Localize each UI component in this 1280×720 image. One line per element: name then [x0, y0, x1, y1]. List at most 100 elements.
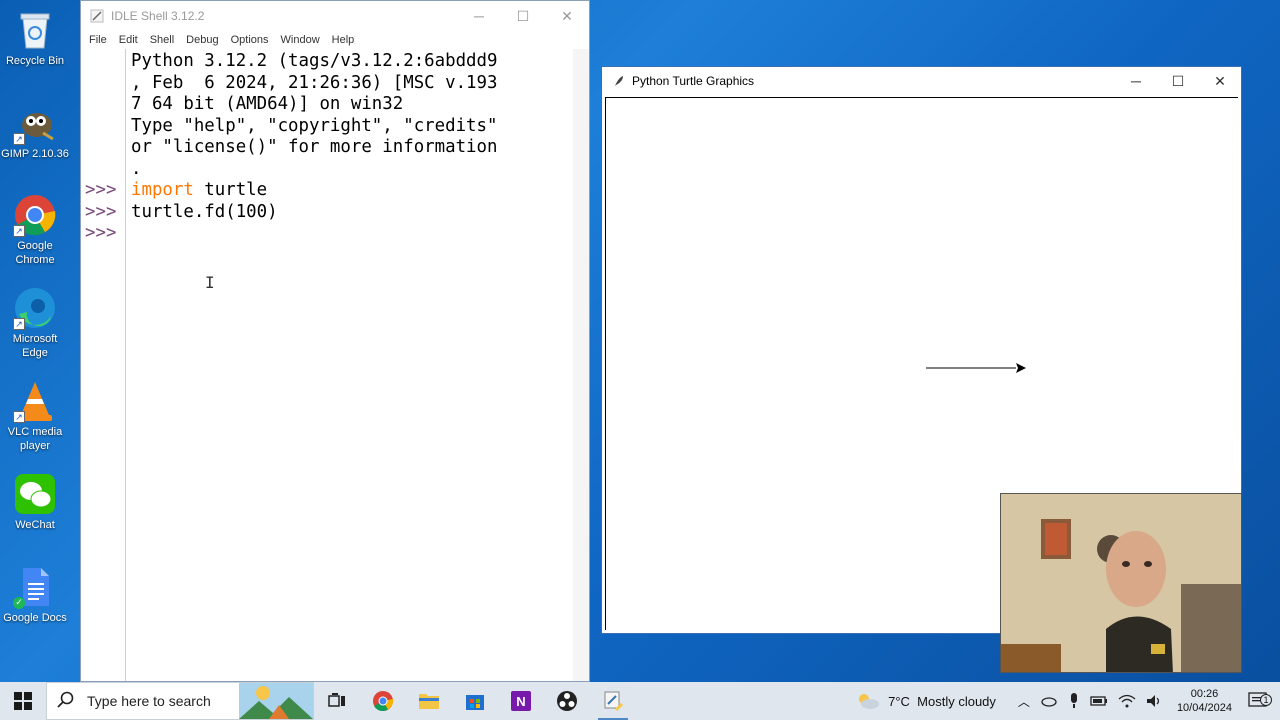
taskbar-search-box[interactable]: Type here to search [46, 682, 314, 720]
maximize-button[interactable]: ☐ [1157, 66, 1199, 96]
turtle-window-title: Python Turtle Graphics [632, 74, 755, 88]
banner-line: 7 64 bit (AMD64)] on win32 [131, 94, 404, 114]
gimp-icon: ↗ [13, 101, 57, 145]
desktop-icon-label: VLC media player [7, 426, 63, 452]
battery-icon [1090, 696, 1107, 706]
menu-options[interactable]: Options [225, 34, 275, 46]
code-line-fd: turtle.fd(100) [131, 201, 278, 222]
idle-menubar: File Edit Shell Debug Options Window Hel… [81, 31, 589, 49]
taskbar-onenote[interactable]: N [498, 682, 544, 720]
maximize-button[interactable]: ☐ [501, 1, 545, 31]
battery-tray[interactable] [1085, 695, 1113, 707]
show-hidden-icons-button[interactable]: ︿ [1013, 693, 1035, 710]
taskbar-python-idle[interactable] [590, 682, 636, 720]
turtle-titlebar[interactable]: Python Turtle Graphics ─ ☐ ✕ [602, 67, 1241, 95]
shortcut-arrow-icon: ↗ [13, 225, 25, 237]
taskbar-file-explorer[interactable] [406, 682, 452, 720]
shell-text-area[interactable]: Python 3.12.2 (tags/v3.12.2:6abddd9, Feb… [131, 51, 571, 223]
desktop-icon-wechat[interactable]: WeChat [0, 472, 70, 532]
microphone-icon [1070, 693, 1077, 708]
taskbar: Type here to search N 7°C Mostly cloudy … [0, 682, 1280, 720]
edge-icon: ↗ [13, 286, 57, 330]
sync-check-icon: ✓ [13, 597, 25, 609]
menu-edit[interactable]: Edit [113, 34, 144, 46]
volume-tray[interactable] [1141, 694, 1169, 708]
banner-line: Type "help", "copyright", "credits" [131, 115, 498, 136]
taskbar-clock[interactable]: 00:26 10/04/2024 [1169, 687, 1240, 715]
menu-help[interactable]: Help [326, 34, 361, 46]
desktop-icon-label: Google Docs [3, 612, 67, 624]
idle-shell-window[interactable]: IDLE Shell 3.12.2 ─ ☐ ✕ File Edit Shell … [80, 0, 590, 682]
webcam-overlay [1000, 493, 1242, 673]
close-button[interactable]: ✕ [1199, 66, 1241, 96]
clock-date: 10/04/2024 [1176, 702, 1232, 714]
google-docs-icon: ✓ [13, 565, 57, 609]
minimize-button[interactable]: ─ [1115, 66, 1157, 96]
python-icon [604, 691, 624, 712]
banner-line: , Feb 6 2024, 21:26:36) [MSC v.193 [131, 72, 498, 93]
banner-line: Python 3.12.2 (tags/v3.12.2:6abddd9 [131, 51, 498, 71]
desktop-icon-google-docs[interactable]: ✓ Google Docs [0, 565, 70, 625]
desktop-icon-chrome[interactable]: ↗ Google Chrome [0, 193, 70, 267]
folder-icon [419, 694, 439, 709]
menu-window[interactable]: Window [275, 34, 326, 46]
weather-text: 7°C Mostly cloudy [888, 693, 996, 709]
taskbar-chrome[interactable] [360, 682, 406, 720]
vertical-scrollbar[interactable] [573, 49, 589, 681]
windows-logo-icon [14, 692, 32, 710]
prompt: >>> [85, 223, 117, 243]
search-icon [57, 691, 77, 712]
idle-shell-body[interactable]: >>> >>> >>> Python 3.12.2 (tags/v3.12.2:6a… [81, 49, 589, 681]
code-line-import: import turtle [131, 180, 571, 202]
menu-file[interactable]: File [83, 34, 113, 46]
shortcut-arrow-icon: ↗ [13, 133, 25, 145]
shortcut-arrow-icon: ↗ [13, 411, 25, 423]
desktop-icon-vlc[interactable]: ↗ VLC media player [0, 379, 70, 453]
idle-window-title: IDLE Shell 3.12.2 [111, 9, 205, 23]
notification-count-badge: 1 [1260, 694, 1272, 706]
desktop-icon-label: Microsoft Edge [12, 333, 58, 359]
taskbar-obs[interactable] [544, 682, 590, 720]
search-highlight-image [239, 683, 313, 719]
onedrive-tray[interactable] [1035, 695, 1063, 707]
prompt-gutter [81, 49, 126, 681]
code-rest: turtle [193, 180, 268, 200]
taskbar-store[interactable] [452, 682, 498, 720]
start-button[interactable] [0, 682, 46, 720]
svg-text:N: N [516, 694, 525, 709]
task-view-icon [328, 693, 345, 707]
recycle-bin-icon [13, 8, 57, 52]
idle-titlebar[interactable]: IDLE Shell 3.12.2 ─ ☐ ✕ [81, 1, 589, 31]
menu-debug[interactable]: Debug [180, 34, 224, 46]
prompt: >>> [85, 201, 117, 222]
vlc-icon: ↗ [13, 379, 57, 423]
weather-widget[interactable]: 7°C Mostly cloudy [851, 691, 1001, 711]
store-icon [466, 695, 484, 710]
speaker-icon [1146, 695, 1160, 707]
text-cursor-icon: I [205, 273, 215, 292]
turtle-arrow-icon [1016, 363, 1026, 373]
task-view-button[interactable] [314, 682, 360, 720]
desktop-icon-recycle-bin[interactable]: Recycle Bin [0, 8, 70, 68]
microphone-tray[interactable] [1063, 693, 1085, 709]
chrome-icon [373, 691, 394, 712]
close-button[interactable]: ✕ [545, 1, 589, 31]
desktop-icon-gimp[interactable]: ↗ GIMP 2.10.36 [0, 101, 70, 161]
onenote-icon: N [511, 691, 531, 711]
chevron-up-icon: ︿ [1017, 694, 1030, 709]
menu-shell[interactable]: Shell [144, 34, 180, 46]
feather-icon [612, 74, 626, 88]
minimize-button[interactable]: ─ [457, 1, 501, 31]
desktop-icon-label: Recycle Bin [5, 55, 65, 67]
system-tray: 7°C Mostly cloudy ︿ 00:26 10/04/2024 1 [851, 682, 1280, 720]
obs-icon [557, 691, 577, 711]
shortcut-arrow-icon: ↗ [13, 318, 25, 330]
keyword-import: import [131, 180, 194, 200]
desktop-icon-edge[interactable]: ↗ Microsoft Edge [0, 286, 70, 360]
wifi-tray[interactable] [1113, 694, 1141, 708]
notification-center-button[interactable]: 1 [1240, 692, 1280, 710]
search-placeholder: Type here to search [87, 693, 211, 709]
python-feather-icon [89, 8, 105, 24]
wifi-icon [1118, 694, 1136, 708]
desktop-icon-label: WeChat [15, 519, 55, 531]
